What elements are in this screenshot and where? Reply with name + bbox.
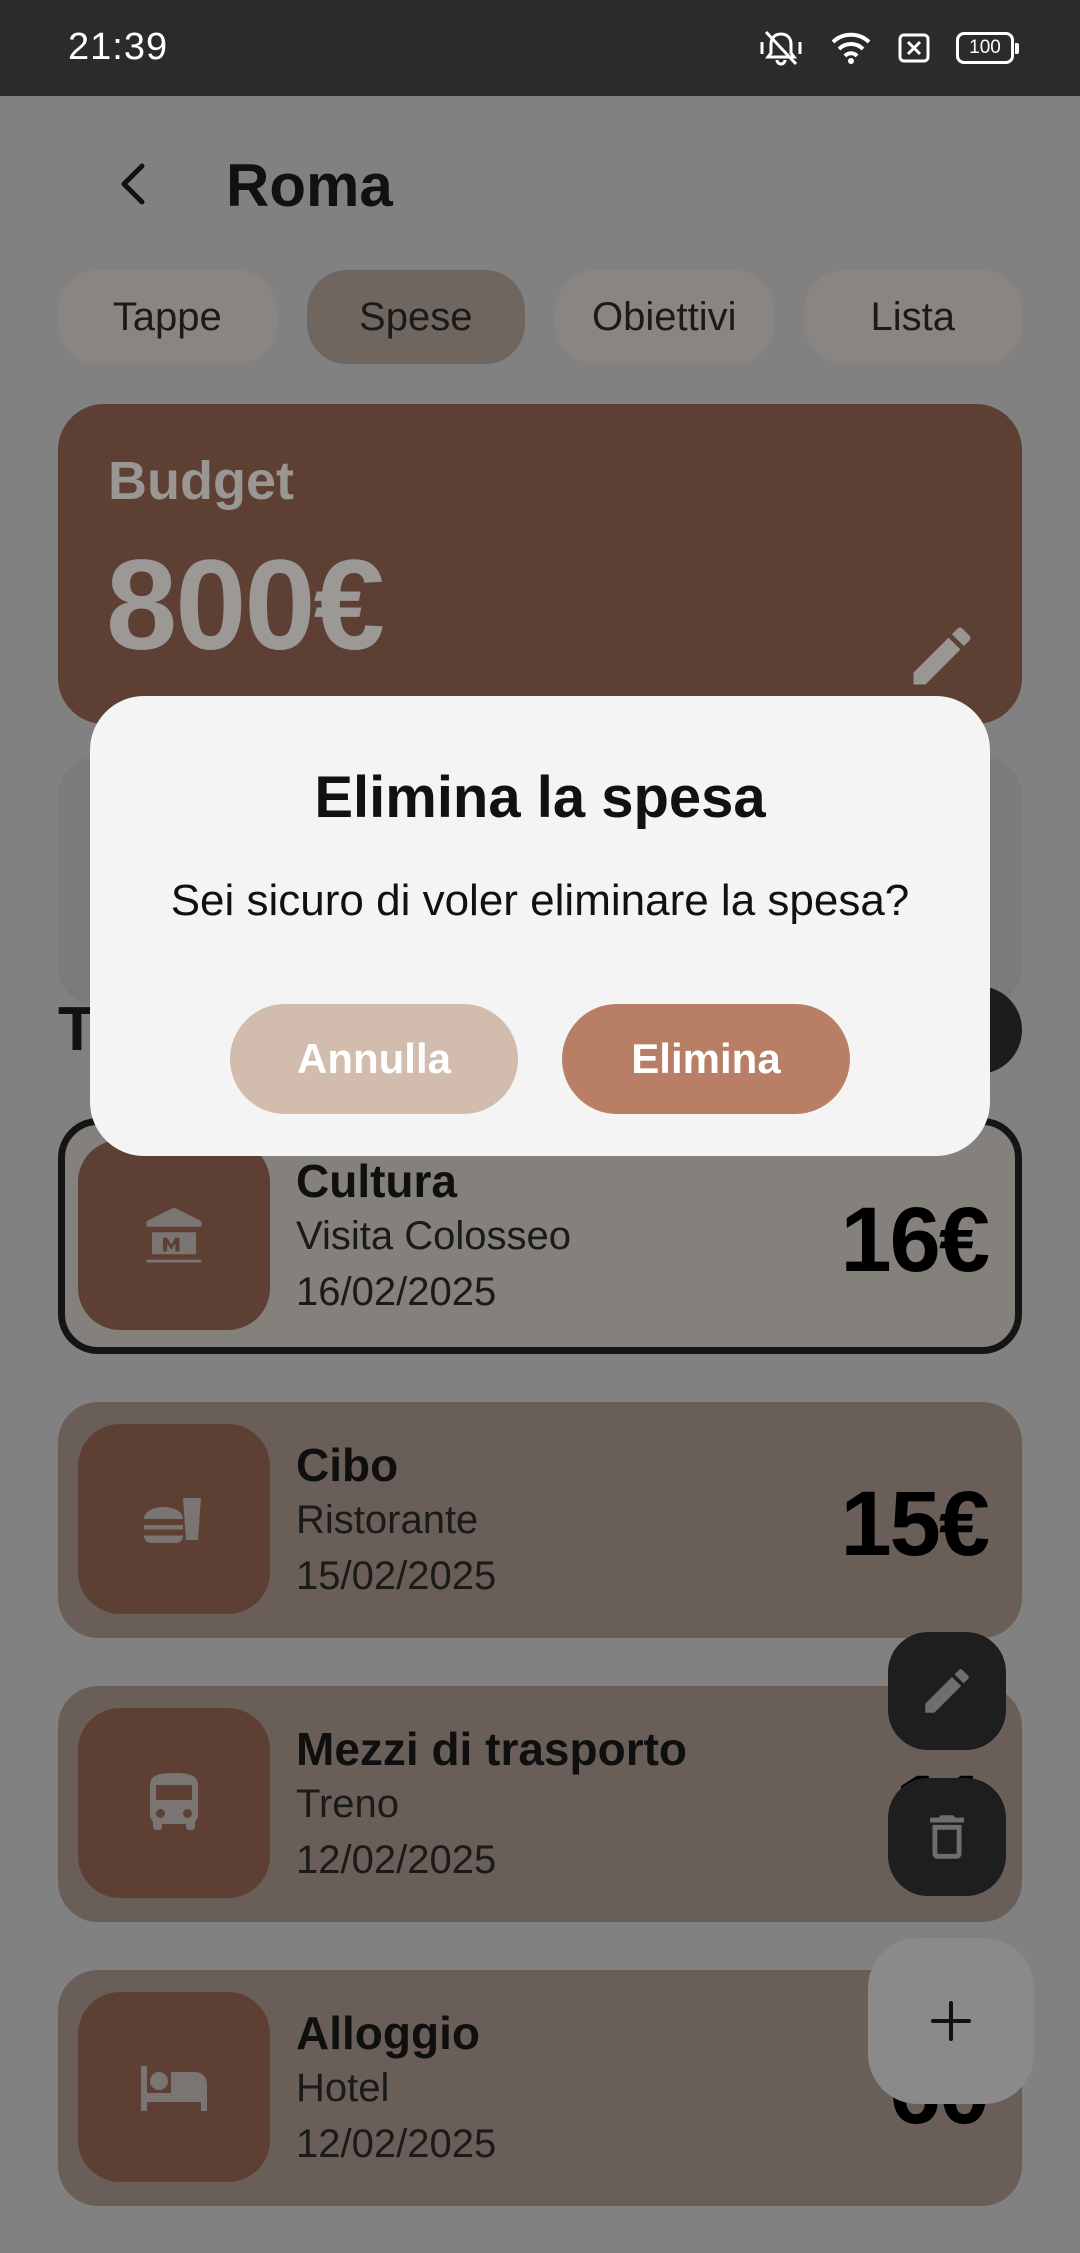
page-title: Roma [226, 152, 393, 219]
tab-lista[interactable]: Lista [803, 270, 1022, 364]
bus-icon [150, 1773, 198, 1830]
delete-expense-dialog: Elimina la spesa Sei sicuro di voler eli… [90, 696, 990, 1156]
expense-description: Treno [296, 1782, 400, 1826]
expense-amount: 15€ [840, 1473, 990, 1575]
category-icon-box [78, 1424, 270, 1614]
museum-icon [146, 1207, 202, 1263]
back-arrow-icon[interactable] [108, 156, 164, 212]
expense-category: Mezzi di trasporto [296, 1723, 688, 1775]
pencil-icon [925, 1669, 969, 1713]
edit-expense-button[interactable] [888, 1632, 1006, 1750]
dialog-title: Elimina la spesa [314, 765, 766, 830]
expense-description: Visita Colosseo [296, 1214, 571, 1258]
fastfood-icon [144, 1486, 201, 1543]
expense-description: Ristorante [296, 1498, 479, 1542]
expense-category: Cibo [296, 1439, 399, 1491]
trash-icon [930, 1815, 964, 1859]
delete-expense-button[interactable] [888, 1778, 1006, 1896]
expense-date: 12/02/2025 [296, 1838, 497, 1882]
expense-text: Cibo Ristorante 15/02/2025 [296, 1438, 496, 1604]
expense-date: 16/02/2025 [296, 1270, 497, 1314]
pencil-icon[interactable] [904, 618, 980, 694]
mute-vibrate-icon [760, 30, 802, 66]
status-bar: 21:39 100 [0, 0, 1080, 96]
tab-tappe[interactable]: Tappe [58, 270, 277, 364]
expense-date: 15/02/2025 [296, 1554, 497, 1598]
budget-label: Budget [108, 451, 294, 511]
budget-amount: 800€ [106, 534, 385, 677]
confirm-delete-button[interactable]: Elimina [562, 1004, 850, 1114]
category-icon-box [78, 1140, 270, 1330]
tab-obiettivi[interactable]: Obiettivi [555, 270, 774, 364]
expense-text: Cultura Visita Colosseo 16/02/2025 [296, 1154, 571, 1320]
add-expense-button[interactable] [868, 1938, 1034, 2104]
status-icons: 100 [758, 28, 1019, 68]
status-time: 21:39 [68, 26, 169, 68]
category-icon-box [78, 1708, 270, 1898]
expense-amount: 16€ [840, 1189, 990, 1291]
expense-category: Cultura [296, 1155, 457, 1207]
expense-text: Alloggio Hotel 12/02/2025 [296, 2006, 496, 2172]
wifi-icon [831, 32, 871, 64]
category-icon-box [78, 1992, 270, 2182]
tab-spese[interactable]: Spese [306, 270, 525, 364]
budget-card: Budget 800€ [58, 404, 1022, 724]
top-bar: Roma [0, 96, 1080, 246]
expense-text: Mezzi di trasporto Treno 12/02/2025 [296, 1722, 687, 1888]
battery-level: 100 [969, 37, 1001, 58]
expense-row[interactable]: Cibo Ristorante 15/02/2025 15€ [58, 1402, 1022, 1638]
expense-category: Alloggio [296, 2007, 480, 2059]
app-screen: Roma Tappe Spese Obiettivi Lista Budget … [0, 96, 1080, 2253]
expense-description: Hotel [296, 2066, 390, 2110]
expense-date: 12/02/2025 [296, 2122, 497, 2166]
dialog-message: Sei sicuro di voler eliminare la spesa? [170, 876, 910, 925]
cancel-button[interactable]: Annulla [230, 1004, 518, 1114]
battery-icon: 100 [956, 32, 1019, 64]
bed-icon [141, 2066, 207, 2111]
no-sim-icon [898, 33, 930, 63]
expense-row[interactable]: Mezzi di trasporto Treno 12/02/2025 11 [58, 1686, 1022, 1922]
plus-icon [931, 2001, 971, 2041]
tab-bar: Tappe Spese Obiettivi Lista [58, 270, 1022, 364]
